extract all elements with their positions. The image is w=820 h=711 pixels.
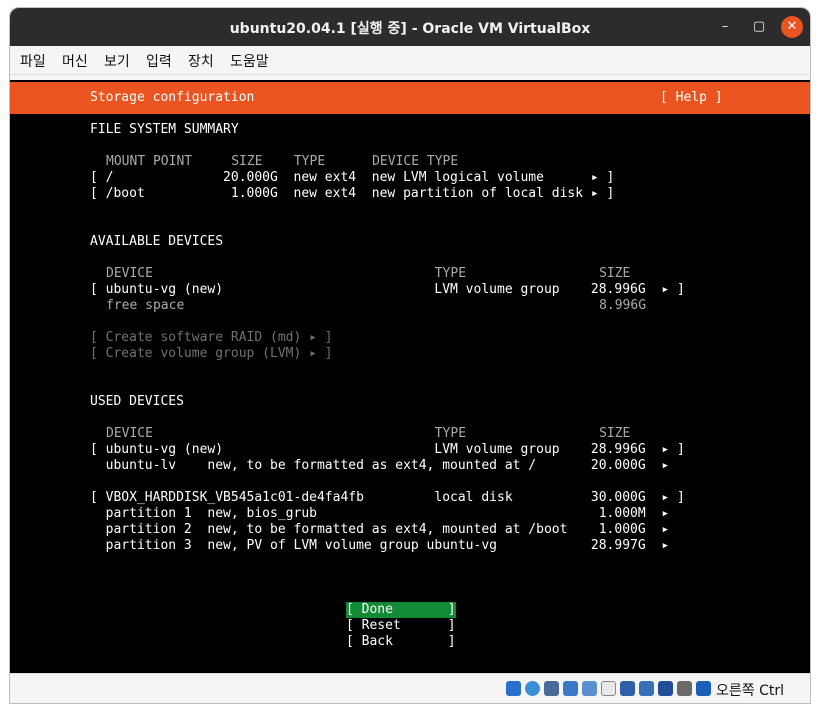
menu-devices[interactable]: 장치: [188, 51, 214, 71]
used-devices-heading: USED DEVICES: [90, 394, 184, 409]
close-icon[interactable]: ✕: [781, 16, 803, 38]
network-icon[interactable]: [563, 681, 578, 696]
minimize-icon[interactable]: –: [714, 16, 736, 38]
status-bar: 오른쪽 Ctrl: [10, 673, 810, 703]
menu-help[interactable]: 도움말: [230, 51, 269, 71]
create-lvm-button[interactable]: [ Create volume group (LVM) ▸ ]: [90, 346, 333, 362]
menu-input[interactable]: 입력: [146, 51, 172, 71]
virtualbox-window: ubuntu20.04.1 [실행 중] - Oracle VM Virtual…: [10, 8, 810, 703]
partition-3-row[interactable]: partition 3 new, PV of LVM volume group …: [90, 538, 670, 554]
help-button[interactable]: [ Help ]: [660, 90, 723, 106]
create-raid-button[interactable]: [ Create software RAID (md) ▸ ]: [90, 330, 333, 346]
done-button[interactable]: [ Done ]: [346, 602, 456, 618]
display-icon[interactable]: [620, 681, 635, 696]
hard-disk-icon[interactable]: [506, 681, 521, 696]
video-capture-icon[interactable]: [639, 681, 654, 696]
available-devices-header: DEVICE TYPE SIZE: [106, 266, 631, 281]
fs-row-root[interactable]: [ / 20.000G new ext4 new LVM logical vol…: [90, 170, 614, 186]
fs-summary-header: MOUNT POINT SIZE TYPE DEVICE TYPE: [106, 154, 459, 169]
back-button[interactable]: [ Back ]: [346, 634, 456, 650]
title-bar[interactable]: ubuntu20.04.1 [실행 중] - Oracle VM Virtual…: [10, 8, 810, 46]
mouse-integration-icon[interactable]: [677, 681, 692, 696]
free-space-row: free space 8.996G: [106, 298, 647, 313]
fs-summary-heading: FILE SYSTEM SUMMARY: [90, 122, 239, 137]
available-vg-row[interactable]: [ ubuntu-vg (new) LVM volume group 28.99…: [90, 282, 685, 298]
vm-screen[interactable]: Storage configuration [ Help ] FILE SYST…: [10, 80, 810, 673]
shared-folders-icon[interactable]: [601, 681, 616, 696]
partition-2-row[interactable]: partition 2 new, to be formatted as ext4…: [90, 522, 670, 538]
menu-file[interactable]: 파일: [20, 51, 46, 71]
maximize-icon[interactable]: ▢: [748, 16, 770, 38]
menu-view[interactable]: 보기: [104, 51, 130, 71]
menu-bar: 파일 머신 보기 입력 장치 도움말: [10, 46, 810, 75]
used-devices-header: DEVICE TYPE SIZE: [106, 426, 631, 441]
keyboard-capture-icon[interactable]: [696, 681, 711, 696]
used-vg-row[interactable]: [ ubuntu-vg (new) LVM volume group 28.99…: [90, 442, 685, 458]
host-key-label: 오른쪽 Ctrl: [716, 683, 785, 699]
installer-header: Storage configuration [ Help ]: [10, 82, 810, 114]
vm-settings-icon[interactable]: [658, 681, 673, 696]
reset-button[interactable]: [ Reset ]: [346, 618, 456, 634]
available-devices-heading: AVAILABLE DEVICES: [90, 234, 224, 249]
partition-1-row[interactable]: partition 1 new, bios_grub 1.000M ▸: [90, 506, 670, 522]
optical-drive-icon[interactable]: [525, 681, 540, 696]
fs-row-boot[interactable]: [ /boot 1.000G new ext4 new partition of…: [90, 186, 614, 202]
used-disk-row[interactable]: [ VBOX_HARDDISK_VB545a1c01-de4fa4fb loca…: [90, 490, 685, 506]
installer-title: Storage configuration: [90, 90, 255, 105]
window-title: ubuntu20.04.1 [실행 중] - Oracle VM Virtual…: [229, 21, 591, 37]
audio-icon[interactable]: [544, 681, 559, 696]
used-lv-row[interactable]: ubuntu-lv new, to be formatted as ext4, …: [90, 458, 670, 474]
menu-machine[interactable]: 머신: [62, 51, 88, 71]
usb-icon[interactable]: [582, 681, 597, 696]
